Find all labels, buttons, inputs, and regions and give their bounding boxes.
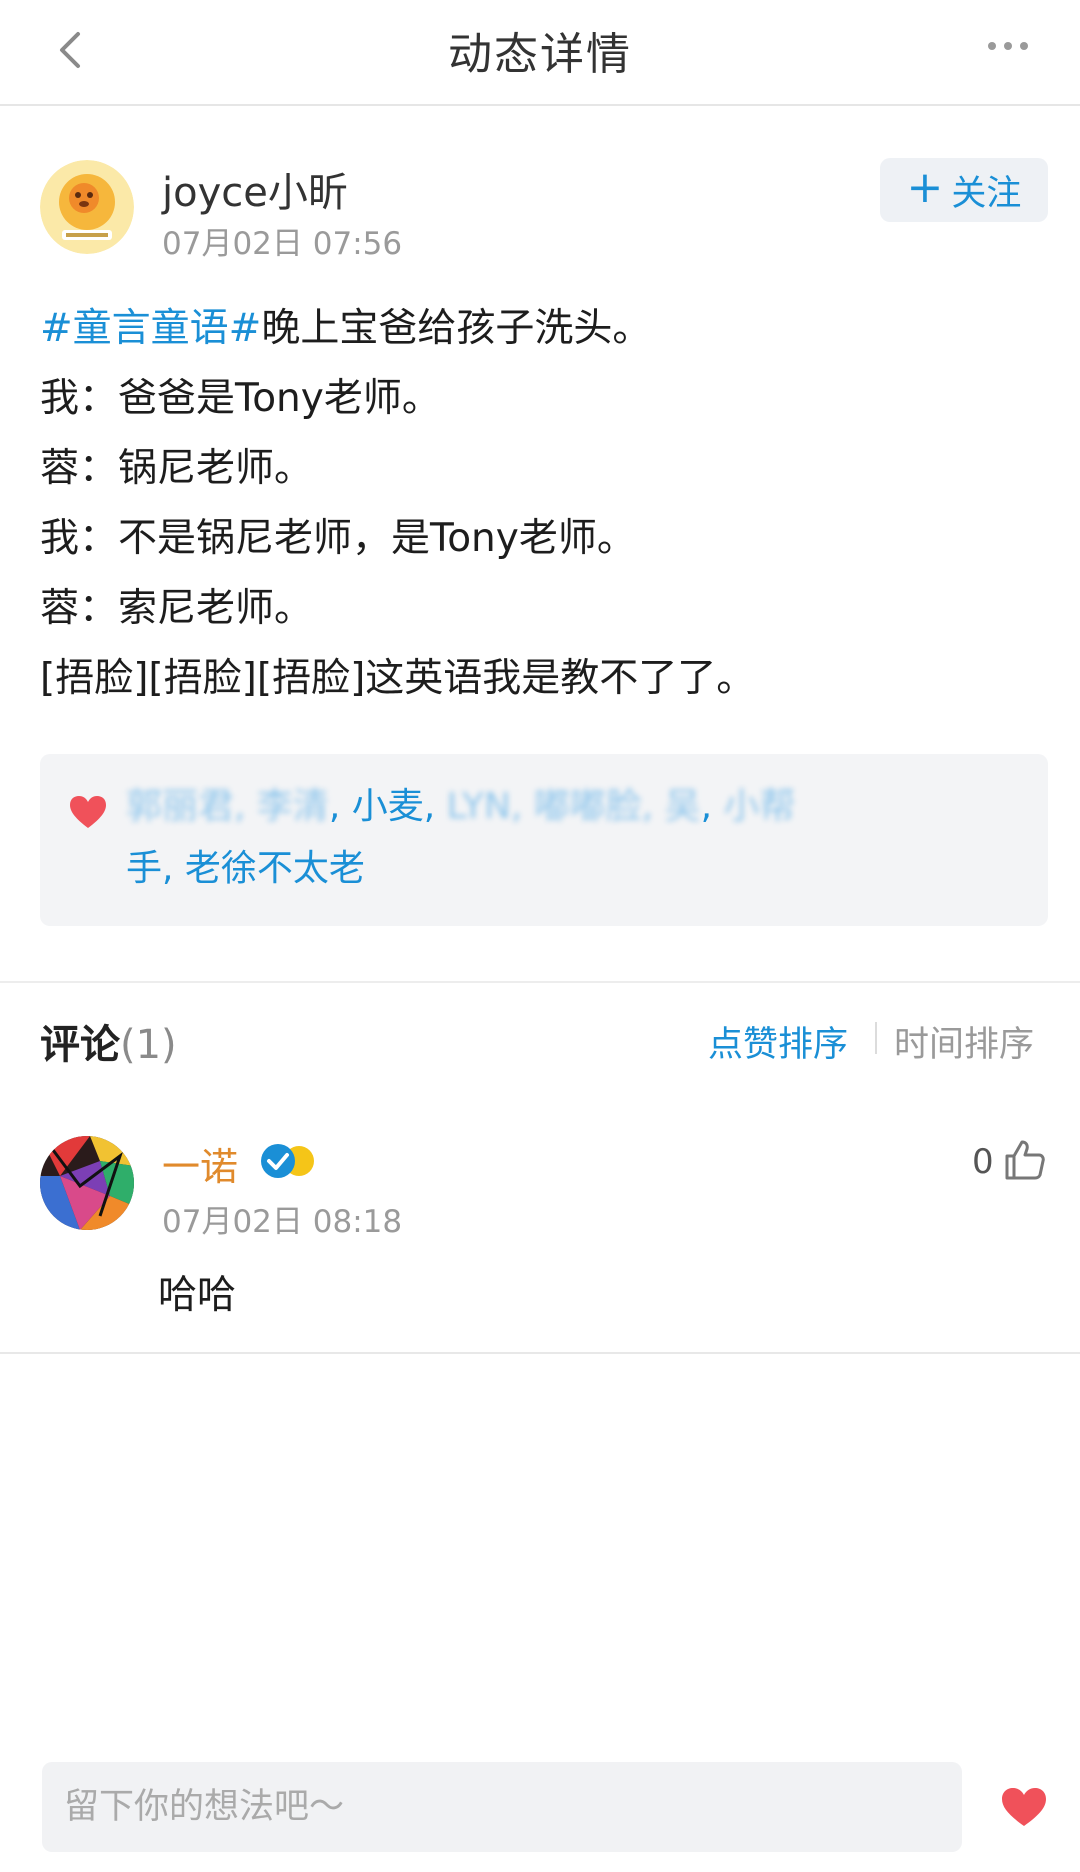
comment-count: (1) xyxy=(120,1022,177,1068)
divider xyxy=(0,981,1080,983)
likes-panel: 郭丽君, 李清, 小麦, LYN, 嘟嘟脸, 吴, 小帮 手, 老徐不太老 xyxy=(40,754,1048,926)
post-line: 我：不是锅尼老师，是Tony老师。 xyxy=(40,516,636,561)
thumbs-up-icon[interactable] xyxy=(1003,1138,1047,1182)
comment-input-wrapper xyxy=(42,1762,962,1852)
verified-badge-icon xyxy=(261,1144,314,1178)
likes-names[interactable]: 郭丽君, 李清, 小麦, LYN, 嘟嘟脸, 吴, 小帮 手, 老徐不太老 xyxy=(126,776,1026,900)
comment-input[interactable] xyxy=(42,1762,962,1852)
blurred-names: 郭丽君, 李清 xyxy=(126,786,329,827)
more-dots-icon xyxy=(988,42,1028,50)
divider xyxy=(0,1352,1080,1354)
topic-hashtag[interactable]: #童言童语# xyxy=(40,306,261,351)
sort-separator xyxy=(875,1022,877,1054)
post-content: #童言童语#晚上宝爸给孩子洗头。 我：爸爸是Tony老师。 蓉：锅尼老师。 我：… xyxy=(40,294,1040,714)
blurred-names: LYN, 嘟嘟脸, 吴 xyxy=(446,786,701,827)
liker-name: 手, 老徐不太老 xyxy=(126,848,365,889)
more-button[interactable] xyxy=(978,26,1038,66)
comment-timestamp: 07月02日 08:18 xyxy=(162,1204,403,1240)
author-name[interactable]: joyce小昕 xyxy=(162,160,348,218)
top-nav-bar: 动态详情 xyxy=(0,0,1080,106)
page-title: 动态详情 xyxy=(448,29,632,80)
commenter-name[interactable]: 一诺 xyxy=(162,1136,238,1191)
post-line: [捂脸][捂脸][捂脸]这英语我是教不了了。 xyxy=(40,656,756,701)
post-line: 我：爸爸是Tony老师。 xyxy=(40,376,441,421)
like-heart-icon[interactable] xyxy=(1000,1786,1048,1828)
comment-like-count: 0 xyxy=(972,1142,994,1182)
post-line-text: 晚上宝爸给孩子洗头。 xyxy=(261,306,652,351)
comments-heading: 评论(1) xyxy=(40,1012,177,1070)
post-timestamp: 07月02日 07:56 xyxy=(162,226,403,262)
heart-icon xyxy=(70,796,106,828)
post-line: #童言童语#晚上宝爸给孩子洗头。 xyxy=(40,294,1040,364)
sort-by-time-tab[interactable]: 时间排序 xyxy=(894,1016,1034,1067)
post-line: 蓉：锅尼老师。 xyxy=(40,446,314,491)
sort-by-likes-tab[interactable]: 点赞排序 xyxy=(708,1016,848,1067)
comment-text: 哈哈 xyxy=(158,1273,237,1318)
commenter-avatar[interactable] xyxy=(40,1136,134,1230)
post-line: 蓉：索尼老师。 xyxy=(40,586,314,631)
plus-icon: + xyxy=(906,162,944,213)
follow-button[interactable]: + 关注 xyxy=(880,158,1048,222)
comments-title-text: 评论 xyxy=(40,1022,120,1068)
author-avatar[interactable] xyxy=(40,160,134,254)
blurred-names: 小帮 xyxy=(723,786,796,827)
follow-label: 关注 xyxy=(951,173,1022,214)
liker-name: , 小麦, xyxy=(328,786,447,827)
